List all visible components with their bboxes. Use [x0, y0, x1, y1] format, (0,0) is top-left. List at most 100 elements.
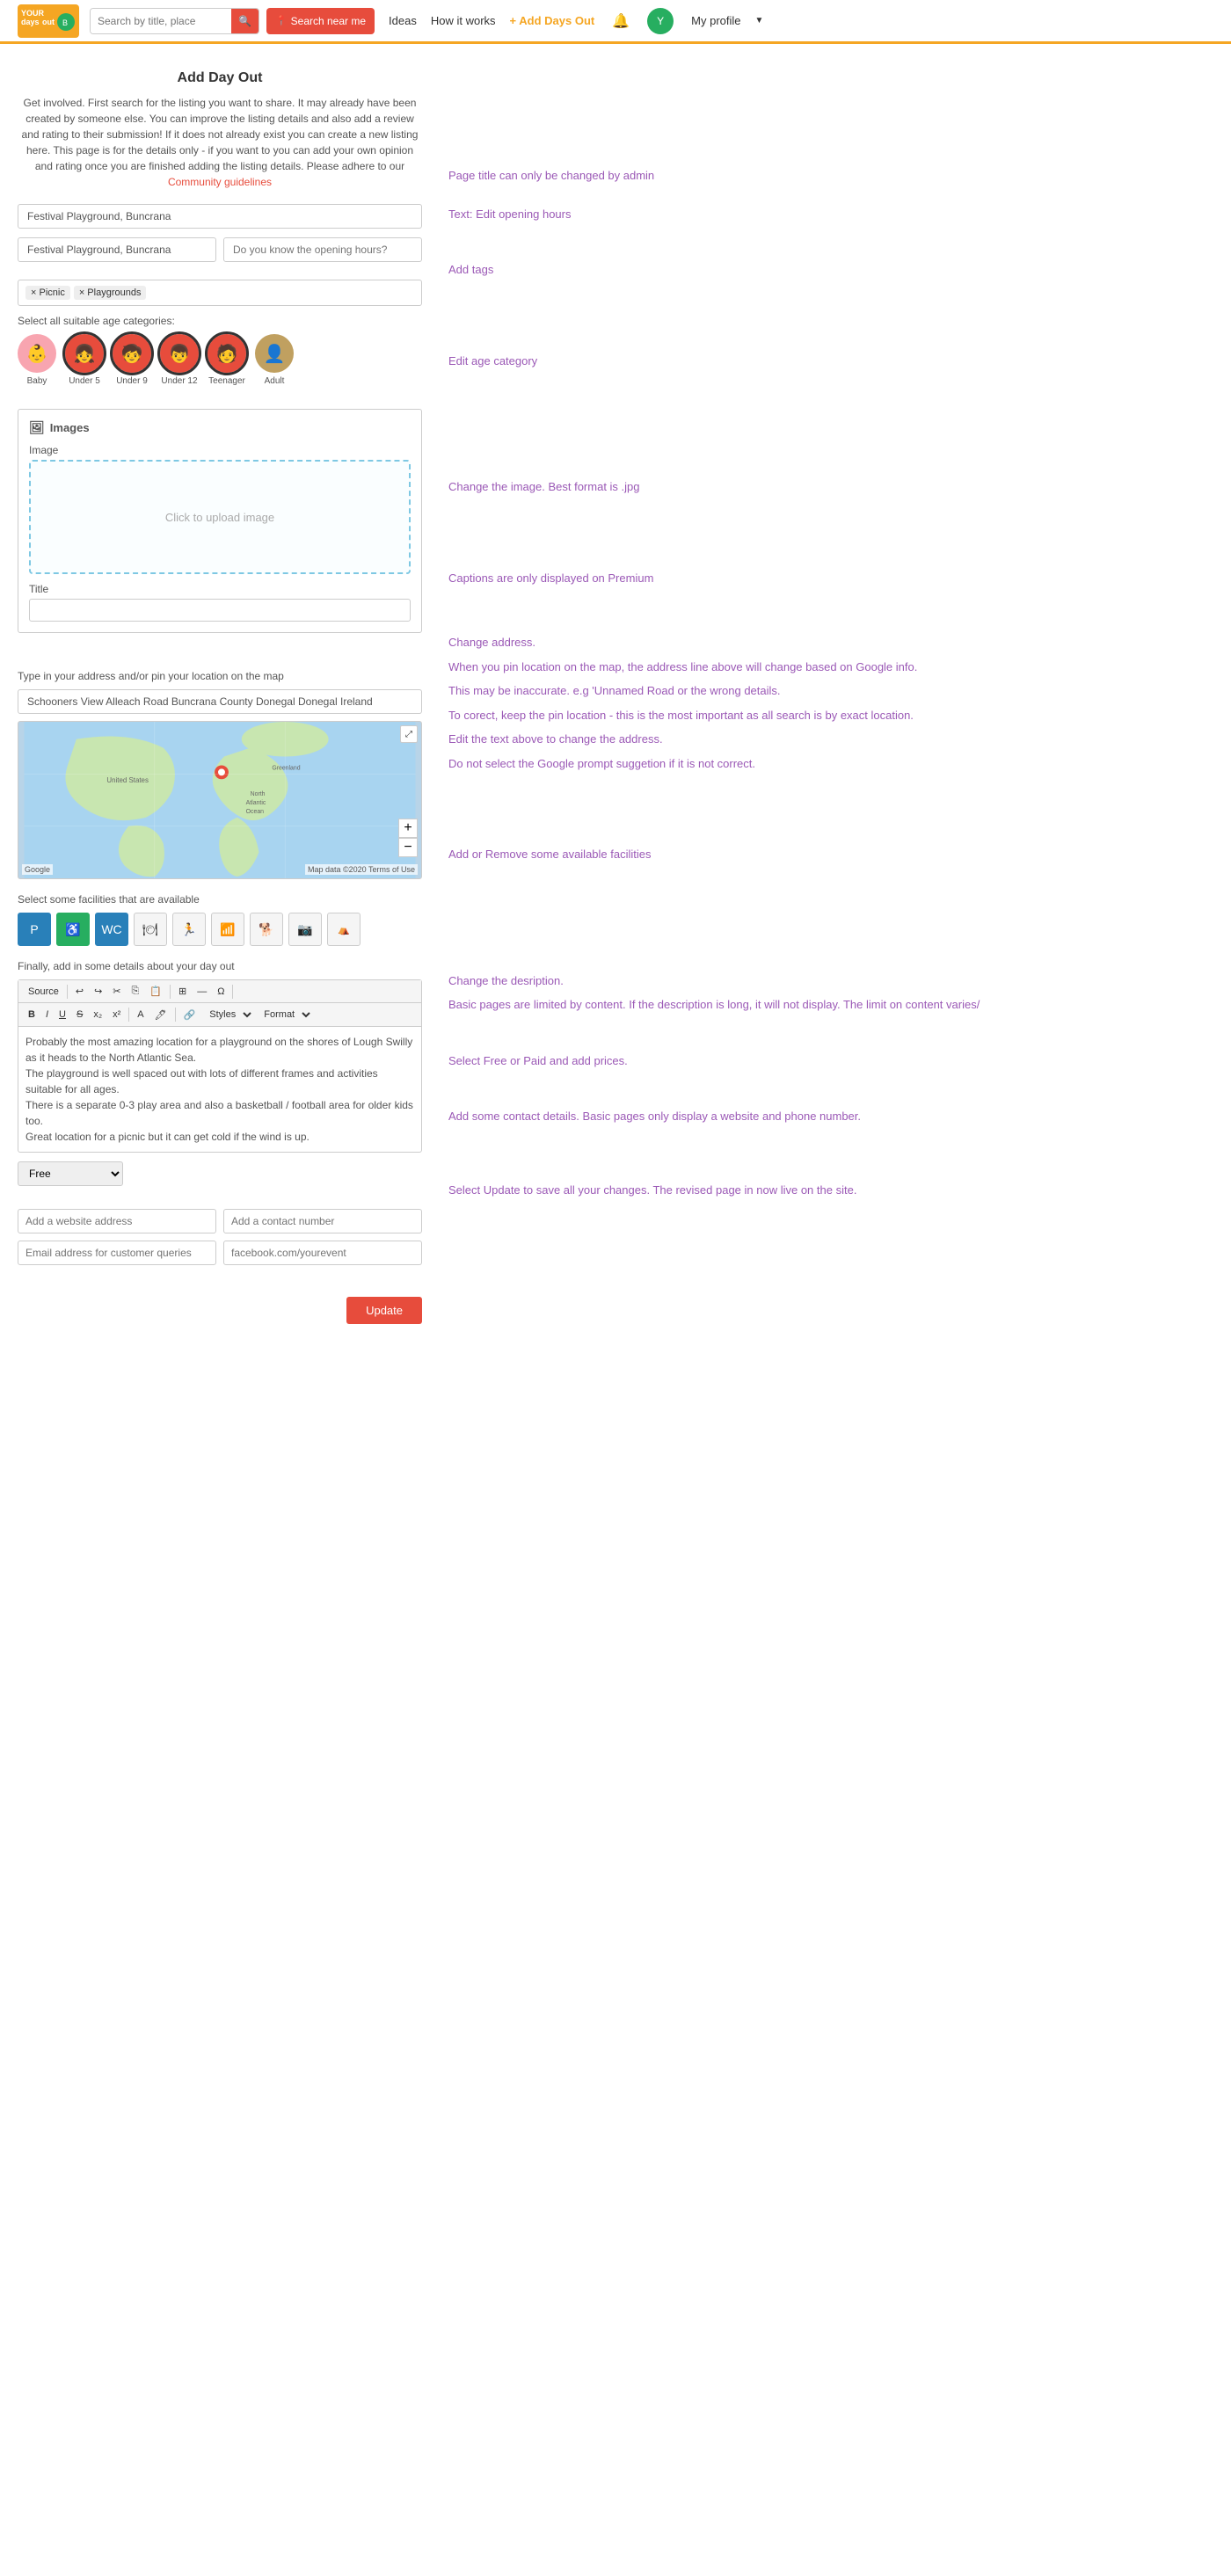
svg-text:United States: United States	[106, 776, 149, 784]
toolbar-format-select[interactable]: Format	[256, 1007, 313, 1022]
title-input[interactable]	[18, 204, 422, 229]
facility-picnic[interactable]: 🍽	[134, 913, 167, 946]
search-input[interactable]	[91, 9, 231, 33]
editor-content[interactable]: Probably the most amazing location for a…	[18, 1027, 421, 1152]
nav-ideas[interactable]: Ideas	[389, 14, 417, 27]
age-cat-teenager-icon: 🧑	[208, 334, 246, 373]
map-zoom-controls: + −	[398, 819, 418, 857]
community-link[interactable]: Community guidelines	[168, 176, 272, 188]
toolbar-bold[interactable]: B	[24, 1008, 40, 1022]
toolbar-highlight[interactable]: 🖊	[150, 1008, 171, 1022]
facility-camera[interactable]: 📷	[288, 913, 322, 946]
annotation-image: Change the image. Best format is .jpg	[448, 390, 1213, 496]
annotation-age: Edit age category	[448, 300, 1213, 370]
tag-label: × Picnic	[31, 287, 65, 298]
search-button[interactable]: 🔍	[231, 9, 259, 33]
image-title-label: Title	[29, 583, 411, 595]
left-panel: Add Day Out Get involved. First search f…	[18, 62, 422, 1324]
website-input[interactable]	[18, 1209, 216, 1233]
annotation-update-text: Select Update to save all your changes. …	[448, 1183, 856, 1197]
annotation-caption: Captions are only displayed on Premium	[448, 517, 1213, 587]
svg-text:Greenland: Greenland	[272, 765, 300, 771]
search-near-button[interactable]: Search near me	[266, 8, 375, 34]
toolbar-undo[interactable]: ↩	[71, 984, 88, 999]
facility-wifi[interactable]: 📶	[211, 913, 244, 946]
toolbar-redo[interactable]: ↪	[90, 984, 106, 999]
annotation-address-text: Change address. When you pin location on…	[448, 634, 1213, 772]
annotation-address: Change address. When you pin location on…	[448, 608, 1213, 772]
toolbar-strike[interactable]: S	[72, 1008, 87, 1022]
age-cat-under12[interactable]: 👦 Under 12	[160, 334, 199, 386]
age-cat-baby[interactable]: 👶 Baby	[18, 334, 56, 386]
nav-profile[interactable]: My profile	[691, 14, 740, 27]
tags-container[interactable]: × Picnic × Playgrounds	[18, 280, 422, 306]
age-cat-adult-icon: 👤	[255, 334, 294, 373]
bell-icon[interactable]: 🔔	[612, 12, 630, 30]
annotation-contact: Add some contact details. Basic pages on…	[448, 1090, 1213, 1125]
facebook-input[interactable]	[223, 1241, 422, 1265]
facility-parking[interactable]: P	[18, 913, 51, 946]
description-label: Finally, add in some details about your …	[18, 960, 422, 972]
map-expand-button[interactable]: ⤢	[400, 725, 418, 743]
annotation-tags: Add tags	[448, 244, 1213, 279]
toolbar-link[interactable]: 🔗	[179, 1008, 200, 1022]
toolbar-special[interactable]: Ω	[213, 985, 229, 999]
age-section-label: Select all suitable age categories:	[18, 315, 422, 327]
search-near-label: Search near me	[291, 15, 366, 27]
nav-how-it-works[interactable]: How it works	[431, 14, 496, 27]
price-select[interactable]: Free Paid	[18, 1161, 123, 1186]
facility-dogs[interactable]: 🐕	[250, 913, 283, 946]
facility-wc[interactable]: WC	[95, 913, 128, 946]
listing-title-input[interactable]	[18, 237, 216, 262]
image-group: Image Click to upload image Title	[29, 444, 411, 622]
map-credit: Google	[22, 864, 53, 875]
toolbar-paste[interactable]: 📋	[145, 984, 166, 999]
svg-text:B: B	[62, 18, 68, 27]
annotation-opening: Text: Edit opening hours	[448, 206, 1213, 223]
age-cat-under5[interactable]: 👧 Under 5	[65, 334, 104, 386]
toolbar-styles-select[interactable]: Styles	[201, 1007, 254, 1022]
facilities-grid: P ♿ WC 🍽 🏃 📶 🐕 📷 ⛺	[18, 913, 422, 946]
annotation-opening-text: Text: Edit opening hours	[448, 207, 571, 221]
age-cat-teenager[interactable]: 🧑 Teenager	[208, 334, 246, 386]
image-label: Image	[29, 444, 411, 456]
logo[interactable]: YOUR days out B	[18, 4, 79, 38]
address-input[interactable]	[18, 689, 422, 714]
annotation-title-text: Page title can only be changed by admin	[448, 169, 654, 182]
annotation-facilities: Add or Remove some available facilities	[448, 793, 1213, 863]
age-cat-under5-icon: 👧	[65, 334, 104, 373]
map-terms: Map data ©2020 Terms of Use	[305, 864, 418, 875]
update-button[interactable]: Update	[346, 1297, 422, 1324]
intro-body: Get involved. First search for the listi…	[22, 97, 419, 172]
image-upload-area[interactable]: Click to upload image	[29, 460, 411, 574]
age-cat-baby-icon: 👶	[18, 334, 56, 373]
nav-add-days-out[interactable]: + Add Days Out	[510, 14, 595, 27]
toolbar-table[interactable]: ⊞	[174, 984, 191, 999]
toolbar-subscript[interactable]: x₂	[89, 1008, 106, 1022]
opening-hours-input[interactable]	[223, 237, 422, 262]
title-group	[18, 204, 422, 229]
annotation-description-text: Change the desription. Basic pages are l…	[448, 972, 1213, 1014]
toolbar-font-color[interactable]: A	[133, 1008, 148, 1022]
facility-extra[interactable]: ⛺	[327, 913, 361, 946]
text-editor: Source ↩ ↪ ✂ ⎘ 📋 ⊞ — Ω B I U S x₂ x²	[18, 979, 422, 1153]
right-panel: Page title can only be changed by admin …	[422, 62, 1213, 1324]
image-title-input[interactable]	[29, 599, 411, 622]
map-zoom-in-button[interactable]: +	[398, 819, 418, 838]
toolbar-italic[interactable]: I	[41, 1008, 53, 1022]
toolbar-hr[interactable]: —	[193, 985, 211, 999]
toolbar-superscript[interactable]: x²	[108, 1008, 125, 1022]
toolbar-underline[interactable]: U	[55, 1008, 70, 1022]
email-input[interactable]	[18, 1241, 216, 1265]
facility-playground[interactable]: 🏃	[172, 913, 206, 946]
annotation-price: Select Free or Paid and add prices.	[448, 1035, 1213, 1070]
toolbar-cut[interactable]: ✂	[108, 984, 125, 999]
toolbar-source[interactable]: Source	[24, 985, 63, 999]
phone-input[interactable]	[223, 1209, 422, 1233]
toolbar-copy[interactable]: ⎘	[127, 984, 144, 999]
age-cat-under12-icon: 👦	[160, 334, 199, 373]
facility-disabled[interactable]: ♿	[56, 913, 90, 946]
age-cat-under9[interactable]: 🧒 Under 9	[113, 334, 151, 386]
map-zoom-out-button[interactable]: −	[398, 838, 418, 857]
age-cat-adult[interactable]: 👤 Adult	[255, 334, 294, 386]
